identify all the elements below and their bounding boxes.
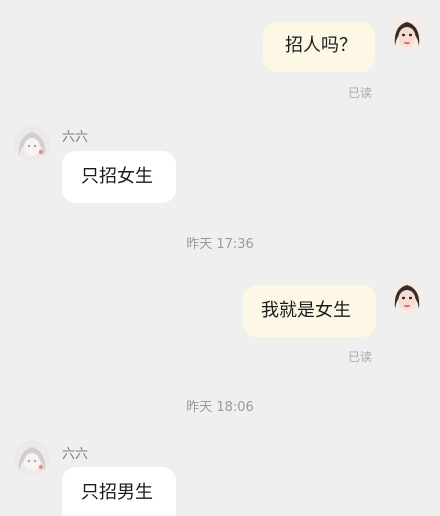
read-status: 已读 [348, 86, 373, 100]
incoming-message-bubble[interactable]: 只招女生 [62, 151, 176, 203]
outgoing-message-bubble[interactable]: 招人吗？ [263, 22, 375, 72]
chat-timestamp: 昨天 18:06 [186, 400, 254, 415]
message-text: 招人吗？ [285, 35, 357, 56]
outgoing-message-bubble[interactable]: 我就是女生 [243, 285, 376, 337]
contact-avatar[interactable] [14, 440, 50, 476]
message-text: 我就是女生 [261, 300, 351, 321]
woman-face-avatar-icon [389, 279, 425, 315]
self-avatar[interactable] [389, 16, 425, 52]
contact-avatar[interactable] [14, 125, 50, 161]
sender-name: 六六 [62, 447, 89, 462]
anime-girl-avatar-icon [14, 125, 50, 161]
message-text: 只招女生 [81, 166, 153, 187]
incoming-message-bubble[interactable]: 只招男生 [62, 467, 176, 516]
message-text: 只招男生 [81, 482, 153, 503]
self-avatar[interactable] [389, 279, 425, 315]
woman-face-avatar-icon [389, 16, 425, 52]
anime-girl-avatar-icon [14, 440, 50, 476]
read-status: 已读 [348, 350, 373, 364]
sender-name: 六六 [62, 130, 89, 145]
chat-timestamp: 昨天 17:36 [186, 237, 254, 252]
